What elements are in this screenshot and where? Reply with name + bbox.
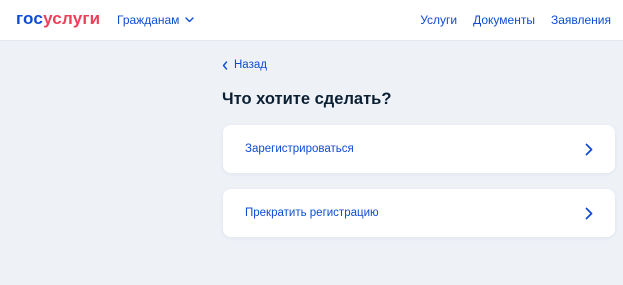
option-stop-registration[interactable]: Прекратить регистрацию xyxy=(223,189,615,237)
page-title: Что хотите сделать? xyxy=(222,90,392,108)
nav-link-applications[interactable]: Заявления xyxy=(551,12,611,28)
back-link[interactable]: Назад xyxy=(222,57,267,73)
chevron-down-icon xyxy=(185,17,195,23)
back-label: Назад xyxy=(234,59,267,71)
audience-label: Гражданам xyxy=(117,13,180,27)
header: госуслуги Гражданам Услуги Документы Зая… xyxy=(0,0,623,41)
option-register-label: Зарегистрироваться xyxy=(245,143,354,155)
nav-link-services[interactable]: Услуги xyxy=(420,12,457,28)
logo-part-uslugi: услуги xyxy=(43,9,101,28)
top-nav: Услуги Документы Заявления xyxy=(420,12,611,28)
chevron-right-icon xyxy=(585,143,593,156)
logo-part-gos: гос xyxy=(16,9,44,28)
audience-selector[interactable]: Гражданам xyxy=(117,12,195,28)
gosuslugi-logo[interactable]: госуслуги xyxy=(16,9,100,29)
nav-link-documents[interactable]: Документы xyxy=(473,12,535,28)
option-stop-registration-label: Прекратить регистрацию xyxy=(245,207,379,219)
chevron-left-icon xyxy=(222,60,228,70)
option-register[interactable]: Зарегистрироваться xyxy=(223,125,615,173)
chevron-right-icon xyxy=(585,207,593,220)
